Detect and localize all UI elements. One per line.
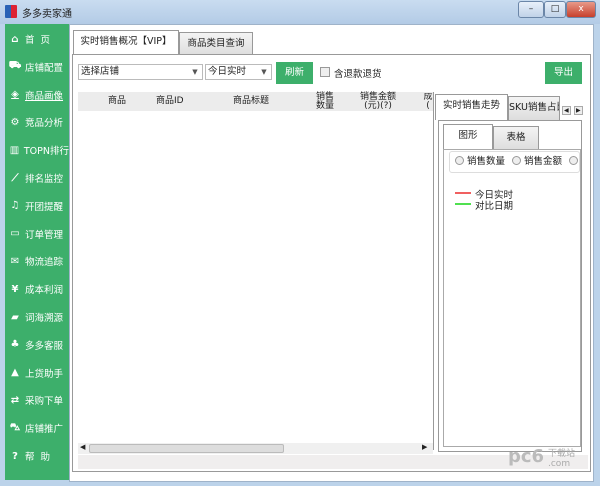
tab-sales-trend[interactable]: 实时销售走势 [435,94,508,120]
sidebar-item-label: 上货助手 [25,368,64,380]
yen-icon: ¥ [11,283,19,295]
column-header[interactable]: 商品ID [156,97,184,106]
sidebar-item-7[interactable]: ▭ 订单管理 [5,221,69,247]
sidebar-item-5[interactable]: ⟋ 排名监控 [5,165,69,191]
sidebar-item-14[interactable]: ⛍ 店铺推广 [5,415,69,441]
sidebar-item-label: 排名监控 [25,174,64,185]
sidebar-item-label: 采购下单 [25,396,64,408]
service-icon: ♣ [10,339,20,351]
refund-label: 含退款退货 [334,69,382,80]
sidebar-item-15[interactable]: ? 帮 助 [5,443,69,469]
close-button[interactable]: x [566,1,596,18]
sidebar-item-label: 成本利润 [25,285,64,297]
radio-label: 销售金额 [524,156,563,167]
horizontal-scrollbar[interactable]: ◀ ▶ [78,443,433,454]
mail-icon: ✉ [10,255,20,267]
sidebar-item-label: 商品画像 [25,90,64,102]
road-icon: ▲ [11,367,19,379]
radio-sales-qty[interactable] [455,156,464,165]
sidebar: ⌂ 首 页 ⛟ 店铺配置 ◈ 商品画像 ⚙ 竞品分析 ▥ TOPN排行 ⟋ 排名监控 ♫ 开团提醒 ▭ 订单管… [5,24,69,480]
refresh-button[interactable]: 刷新 [276,62,313,84]
sidebar-item-12[interactable]: ▲ 上货助手 [5,360,69,386]
tab-realtime-sales[interactable]: 实时销售概况【VIP】 [73,30,179,56]
column-header[interactable]: 销售 数量 [316,93,334,111]
bar-chart-icon: ▥ [9,144,20,156]
tab-table[interactable]: 表格 [493,126,539,150]
tab-chart[interactable]: 图形 [443,124,493,150]
legend-swatch-today [455,192,471,194]
legend-label: 对比日期 [475,201,514,212]
table-header: 商品 商品ID 商品标题 销售 数量 销售金额 (元)(?) 成 ( [78,92,433,111]
minimize-button[interactable]: – [518,1,544,18]
scroll-left-icon[interactable]: ◀ [80,443,85,451]
sidebar-item-3[interactable]: ⚙ 竞品分析 [5,109,69,135]
cart-icon: ⛟ [8,60,22,72]
sidebar-item-label: 词海溯源 [25,313,64,324]
sidebar-item-label: 开团提醒 [25,201,64,213]
title-bar: 多多卖家通 – □ x [0,0,600,24]
legend-swatch-compare [455,203,471,205]
period-select[interactable]: 今日实时 ▼ [205,64,272,80]
sidebar-item-4[interactable]: ▥ TOPN排行 [5,137,69,163]
sidebar-item-label: 帮 助 [25,452,51,463]
sidebar-item-13[interactable]: ⇄ 采购下单 [5,387,69,413]
exchange-icon: ⇄ [10,394,20,406]
sidebar-item-8[interactable]: ✉ 物流追踪 [5,248,69,274]
home-icon: ⌂ [11,33,19,45]
book-icon: ▰ [11,311,19,323]
chevron-down-icon: ▼ [261,68,267,76]
sidebar-item-label: 订单管理 [25,229,64,241]
radio-sales-amount[interactable] [512,156,522,165]
tab-scroll-left-icon[interactable]: ◀ [562,106,571,115]
chevron-down-icon: ▼ [192,68,198,76]
sidebar-item-10[interactable]: ▰ 词海溯源 [5,304,69,330]
period-select-value: 今日实时 [208,66,247,77]
maximize-button[interactable]: □ [544,1,566,18]
shop-select[interactable]: 选择店铺 ▼ [78,64,203,80]
column-header[interactable]: 销售金额 (元)(?) [360,93,396,111]
column-header[interactable]: 成 ( [423,93,433,111]
refund-checkbox[interactable] [320,67,330,77]
tab-category-query[interactable]: 商品类目查询 [179,32,253,56]
sidebar-item-11[interactable]: ♣ 多多客服 [5,332,69,358]
metric-radio-group: 销售数量 销售金额 [449,151,580,173]
watermark-logo: pc6 [508,446,545,467]
watermark-text: 下载站 .com [548,449,576,469]
column-header[interactable]: 商品 [108,97,126,106]
window-title: 多多卖家通 [22,9,72,20]
sidebar-item-label: 店铺推广 [25,424,64,436]
tab-scroll-right-icon[interactable]: ▶ [574,106,583,115]
radio-label: 销售数量 [467,156,506,167]
tab-sku-share[interactable]: SKU销售占比 [508,96,560,120]
car-icon: ⛍ [9,421,21,433]
shop-select-value: 选择店铺 [81,66,120,77]
sidebar-item-1[interactable]: ⛟ 店铺配置 [5,54,69,80]
sidebar-item-9[interactable]: ¥ 成本利润 [5,276,69,302]
scroll-right-icon[interactable]: ▶ [422,443,427,451]
app-logo-icon [5,5,17,18]
sidebar-item-label: 竞品分析 [25,118,64,130]
bell-icon: ♫ [10,200,20,212]
cube-icon: ◈ [11,89,19,101]
line-chart-icon: ⟋ [11,172,19,184]
sidebar-item-label: 多多客服 [25,340,64,352]
scrollbar-thumb[interactable] [89,444,284,453]
help-icon: ? [12,450,18,462]
export-button[interactable]: 导出 [545,62,582,84]
column-header[interactable]: 商品标题 [233,97,269,106]
sidebar-item-2[interactable]: ◈ 商品画像 [5,82,69,108]
sidebar-item-label: 物流追踪 [25,257,64,269]
sidebar-item-label: TOPN排行 [23,146,69,158]
folder-icon: ▭ [10,228,20,240]
sidebar-item-label: 店铺配置 [25,62,64,74]
sidebar-item-0[interactable]: ⌂ 首 页 [5,26,69,52]
radio-other[interactable] [569,156,579,165]
sidebar-item-6[interactable]: ♫ 开团提醒 [5,193,69,219]
sidebar-item-label: 首 页 [25,35,51,46]
analysis-icon: ⚙ [10,116,20,128]
